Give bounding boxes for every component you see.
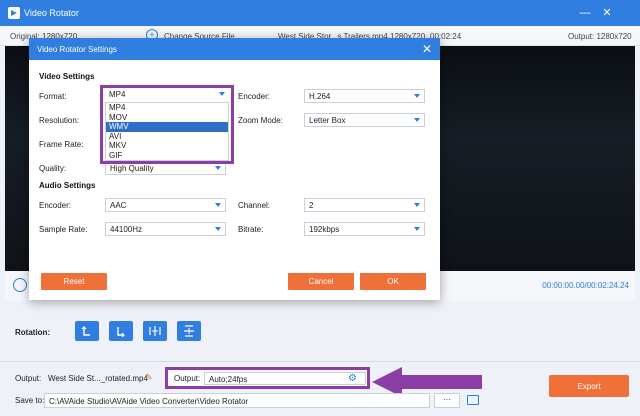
sample-rate-select[interactable]: 44100Hz xyxy=(105,222,226,236)
chevron-down-icon xyxy=(414,227,420,231)
window-title: Video Rotator xyxy=(24,8,79,18)
title-bar: Video Rotator — ✕ xyxy=(0,0,640,26)
close-window-button[interactable]: ✕ xyxy=(600,6,614,20)
format-options-list: MP4 MOV WMV AVI MKV GIF xyxy=(105,102,229,161)
output-file-label: Output: xyxy=(15,374,42,383)
frame-rate-label: Frame Rate: xyxy=(39,140,84,149)
channel-select[interactable]: 2 xyxy=(304,198,425,212)
export-button[interactable]: Export xyxy=(549,375,629,397)
chevron-down-icon xyxy=(414,203,420,207)
rotate-right-button[interactable] xyxy=(109,321,133,341)
output-file-name: West Side St..._rotated.mp4 xyxy=(48,374,148,383)
cancel-button[interactable]: Cancel xyxy=(288,273,354,290)
chevron-down-icon xyxy=(414,94,420,98)
sample-rate-label: Sample Rate: xyxy=(39,225,88,234)
audio-encoder-label: Encoder: xyxy=(39,201,72,210)
flip-vertical-button[interactable] xyxy=(177,321,201,341)
folder-icon[interactable] xyxy=(467,395,479,405)
chevron-down-icon xyxy=(414,118,420,122)
dialog-close-button[interactable]: ✕ xyxy=(422,42,432,56)
output-resolution: Output: 1280x720 xyxy=(568,32,632,41)
edit-icon[interactable]: ✎ xyxy=(145,372,155,382)
flip-vertical-icon xyxy=(184,325,194,337)
channel-label: Channel: xyxy=(238,201,271,210)
video-settings-heading: Video Settings xyxy=(39,72,95,81)
dialog-title: Video Rotator Settings xyxy=(37,44,117,54)
save-to-label: Save to: xyxy=(15,396,45,405)
reset-button[interactable]: Reset xyxy=(41,273,107,290)
chevron-down-icon xyxy=(219,92,225,96)
chevron-down-icon xyxy=(215,166,221,170)
format-option[interactable]: MKV xyxy=(106,141,228,151)
playback-time: 00:00:00.00/00:02:24.24 xyxy=(542,281,629,290)
browse-button[interactable]: ··· xyxy=(434,393,460,408)
output-format-label: Output: xyxy=(174,373,201,383)
audio-settings-heading: Audio Settings xyxy=(39,181,96,190)
zoom-mode-value: Letter Box xyxy=(309,116,346,125)
quality-label: Quality: xyxy=(39,164,67,173)
dialog-title-bar: Video Rotator Settings ✕ xyxy=(29,38,440,60)
play-button[interactable] xyxy=(13,278,27,292)
bitrate-select[interactable]: 192kbps xyxy=(304,222,425,236)
format-option[interactable]: WMV xyxy=(106,122,228,132)
rotate-left-icon xyxy=(81,326,90,336)
encoder-select[interactable]: H.264 xyxy=(304,89,425,103)
format-option[interactable]: MP4 xyxy=(106,103,228,113)
rotate-left-button[interactable] xyxy=(75,321,99,341)
resolution-label: Resolution: xyxy=(39,116,80,125)
encoder-label: Encoder: xyxy=(238,92,271,101)
output-format-box: Output: Auto;24fps ⚙ xyxy=(165,367,370,389)
settings-dialog: Video Rotator Settings ✕ Video Settings … xyxy=(29,38,440,300)
format-label: Format: xyxy=(39,92,67,101)
bitrate-label: Bitrate: xyxy=(238,225,264,234)
save-path-field[interactable]: C:\AVAide Studio\AVAide Video Converter\… xyxy=(44,393,430,408)
gear-icon[interactable]: ⚙ xyxy=(348,373,357,384)
rotate-right-icon xyxy=(117,327,125,337)
sample-rate-value: 44100Hz xyxy=(110,225,143,234)
flip-horizontal-button[interactable] xyxy=(143,321,167,341)
format-value: MP4 xyxy=(109,90,126,99)
minimize-button[interactable]: — xyxy=(578,6,592,20)
format-option[interactable]: MOV xyxy=(106,113,228,123)
quality-value: High Quality xyxy=(110,164,154,173)
rotation-label: Rotation: xyxy=(15,328,51,337)
encoder-value: H.264 xyxy=(309,92,331,101)
audio-encoder-select[interactable]: AAC xyxy=(105,198,226,212)
bottom-bar: Output: West Side St..._rotated.mp4 ✎ Ou… xyxy=(0,361,640,416)
output-format-field[interactable]: Auto;24fps xyxy=(204,372,366,385)
format-dropdown: MP4 MP4 MOV WMV AVI MKV GIF xyxy=(100,85,234,164)
chevron-down-icon xyxy=(215,227,221,231)
ok-button[interactable]: OK xyxy=(360,273,426,290)
format-option[interactable]: GIF xyxy=(106,151,228,161)
app-logo-icon xyxy=(8,7,20,19)
channel-value: 2 xyxy=(309,201,314,210)
audio-encoder-value: AAC xyxy=(110,201,127,210)
bitrate-value: 192kbps xyxy=(309,225,340,234)
zoom-mode-label: Zoom Mode: xyxy=(238,116,283,125)
format-option[interactable]: AVI xyxy=(106,132,228,142)
flip-horizontal-icon xyxy=(149,326,161,336)
chevron-down-icon xyxy=(215,203,221,207)
rotation-row: Rotation: xyxy=(0,301,640,361)
zoom-mode-select[interactable]: Letter Box xyxy=(304,113,425,127)
format-select[interactable]: MP4 xyxy=(105,89,229,101)
